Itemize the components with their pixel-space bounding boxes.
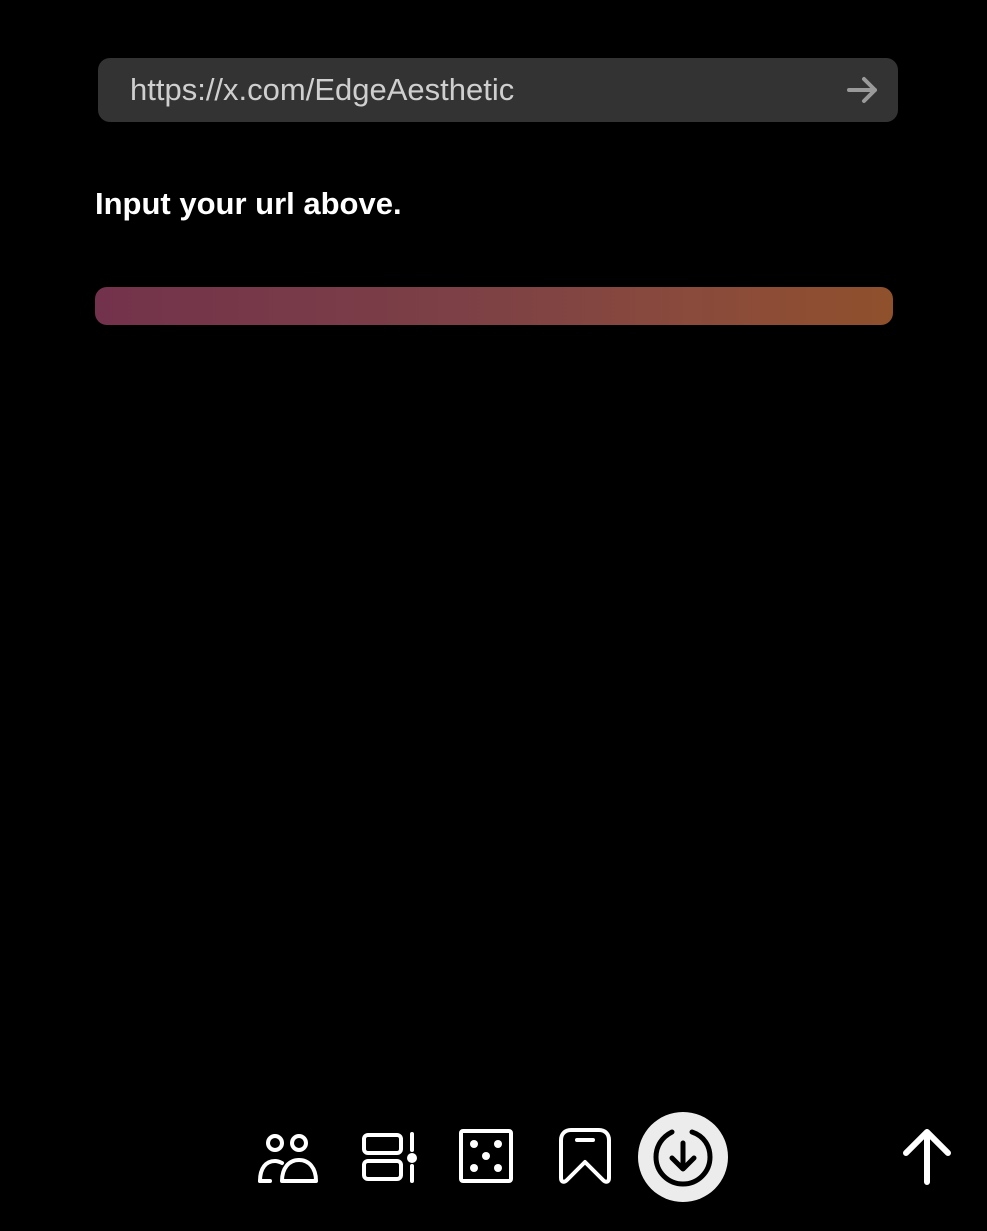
gradient-bar — [95, 287, 893, 325]
layout-list-icon — [362, 1132, 417, 1183]
go-button[interactable] — [828, 58, 898, 122]
nav-layout-button[interactable] — [356, 1126, 420, 1186]
nav-download-button[interactable] — [638, 1112, 728, 1202]
hint-text: Input your url above. — [95, 186, 402, 221]
nav-people-button[interactable] — [254, 1126, 324, 1186]
scroll-top-button[interactable] — [896, 1124, 958, 1188]
nav-bookmark-button[interactable] — [554, 1124, 616, 1188]
page: Input your url above. — [0, 0, 987, 1231]
url-bar — [98, 58, 898, 122]
bottom-nav — [0, 1110, 987, 1210]
people-icon — [258, 1134, 318, 1183]
arrow-right-icon — [847, 77, 877, 103]
download-circle-icon — [653, 1129, 713, 1187]
bookmark-icon — [559, 1128, 611, 1184]
dice-icon — [459, 1129, 513, 1183]
nav-dice-button[interactable] — [454, 1124, 518, 1188]
url-input[interactable] — [98, 58, 828, 122]
arrow-up-icon — [903, 1129, 951, 1185]
